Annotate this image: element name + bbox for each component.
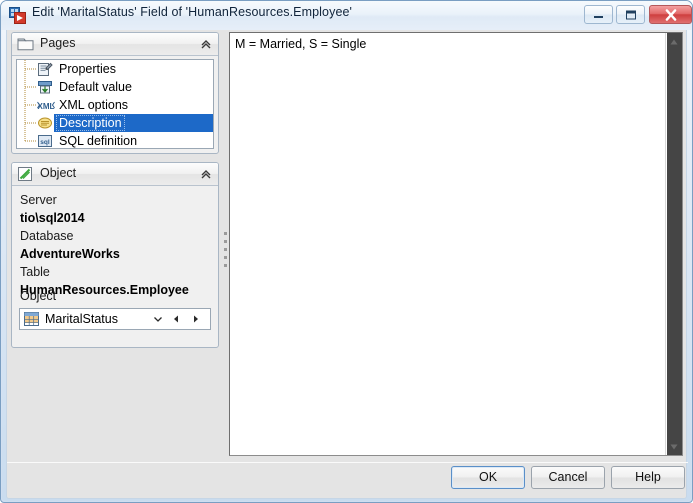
title-bar[interactable]: Edit 'MaritalStatus' Field of 'HumanReso… [1,1,692,30]
tree-item-properties[interactable]: Properties [17,60,213,78]
database-value: AdventureWorks [20,247,120,261]
tree-item-sql-definition[interactable]: sql SQL definition [17,132,213,148]
splitter-grip [224,232,227,268]
pages-panel-title: Pages [40,36,76,50]
ok-button[interactable]: OK [451,466,525,489]
minimize-button[interactable] [584,5,613,24]
chevron-up-double-icon [201,40,211,49]
pages-panel: Pages Properties Default value XML XML o… [11,32,219,154]
tree-connector [17,78,37,96]
tree-item-label: Description [56,115,125,131]
svg-text:sql: sql [40,139,50,146]
left-column: Pages Properties Default value XML XML o… [11,32,219,468]
object-field-label: Object [20,289,57,303]
scrollbar-thumb[interactable] [667,33,682,455]
description-text[interactable]: M = Married, S = Single [235,36,658,52]
object-green-icon [17,166,34,182]
description-editor[interactable]: M = Married, S = Single [229,32,683,456]
window-title: Edit 'MaritalStatus' Field of 'HumanReso… [32,5,353,19]
table-label: Table [20,265,50,279]
object-combobox[interactable]: MaritalStatus [19,308,211,330]
object-panel-title: Object [40,166,77,180]
pages-tree[interactable]: Properties Default value XML XML options… [16,59,214,149]
folder-icon [17,36,34,52]
tree-connector [17,60,37,78]
cancel-button[interactable]: Cancel [531,466,605,489]
dialog-window: Edit 'MaritalStatus' Field of 'HumanReso… [0,0,693,503]
scroll-down-button[interactable] [666,439,681,454]
dialog-body: Pages Properties Default value XML XML o… [6,30,688,499]
tree-connector [17,96,37,114]
object-panel: Object Server tio\sql2014 Database Adven… [11,162,219,348]
combobox-dropdown-button[interactable] [150,309,166,329]
tree-item-label: Properties [59,62,116,76]
close-button[interactable] [649,5,692,24]
database-label: Database [20,229,74,243]
object-panel-header: Object [12,163,218,186]
chevron-up-double-icon [201,170,211,179]
svg-text:XML: XML [38,102,55,111]
minimize-icon [593,15,603,18]
chevron-down-icon [154,317,162,322]
tree-item-label: Default value [59,80,132,94]
tree-connector [17,114,37,132]
tree-item-label: SQL definition [59,134,138,148]
tree-connector [17,132,37,148]
combobox-next-button[interactable] [188,309,204,329]
app-icon [9,7,26,24]
description-oval-icon [37,115,53,131]
combobox-prev-button[interactable] [168,309,184,329]
triangle-up-icon [670,39,677,44]
default-value-table-icon [37,79,53,95]
scroll-up-button[interactable] [666,34,681,49]
tree-item-xml-options[interactable]: XML XML options [17,96,213,114]
footer-separator [7,462,688,463]
xml-icon: XML [37,97,55,113]
maximize-icon [625,10,636,19]
tree-item-label: XML options [59,98,129,112]
object-collapse-button[interactable] [198,166,214,182]
sql-icon: sql [37,133,53,148]
server-label: Server [20,193,57,207]
pages-panel-header: Pages [12,33,218,56]
grid-table-icon [24,312,39,326]
object-combobox-value: MaritalStatus [45,312,118,326]
server-value: tio\sql2014 [20,211,85,225]
properties-document-icon [37,61,53,77]
maximize-button[interactable] [616,5,645,24]
editor-scrollbar[interactable] [665,33,682,455]
help-button[interactable]: Help [611,466,685,489]
tree-item-default-value[interactable]: Default value [17,78,213,96]
pages-collapse-button[interactable] [198,36,214,52]
panel-splitter[interactable] [221,32,229,468]
close-icon [665,8,676,21]
triangle-down-icon [670,444,677,449]
triangle-right-icon [194,315,198,323]
tree-item-description[interactable]: Description [17,114,213,132]
triangle-left-icon [174,315,178,323]
